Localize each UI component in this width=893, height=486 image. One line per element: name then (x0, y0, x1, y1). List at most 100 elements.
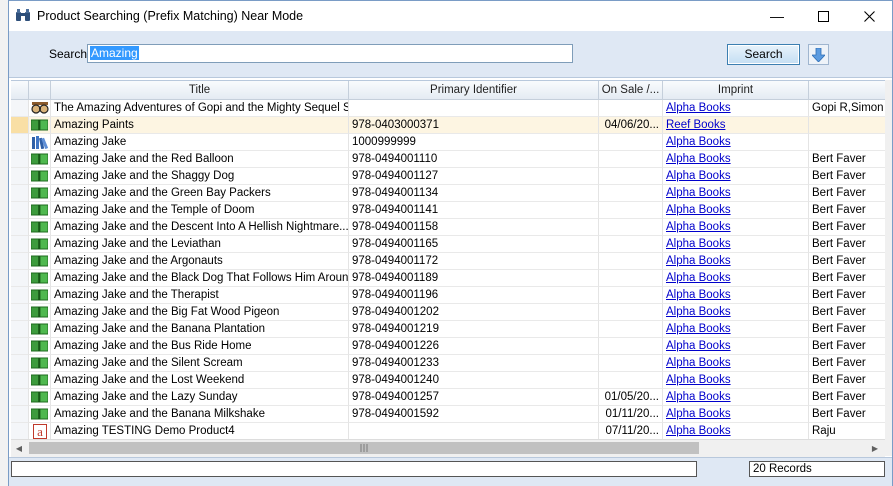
imprint-link[interactable]: Alpha Books (666, 136, 731, 148)
cell-author[interactable] (809, 134, 885, 151)
cell-primary-identifier[interactable]: 978-0494001172 (349, 253, 599, 270)
imprint-link[interactable]: Alpha Books (666, 187, 731, 199)
cell-author[interactable]: Bert Faver (809, 389, 885, 406)
cell-imprint[interactable]: Alpha Books (663, 287, 809, 304)
table-row[interactable]: Amazing Jake and the Banana Plantation 97… (11, 321, 885, 338)
header-on-sale[interactable]: On Sale /... (599, 81, 663, 99)
cell-author[interactable]: Bert Faver (809, 321, 885, 338)
cell-on-sale[interactable] (599, 100, 663, 117)
cell-primary-identifier[interactable]: 978-0494001127 (349, 168, 599, 185)
cell-title[interactable]: Amazing Jake and the Leviathan (51, 236, 349, 253)
cell-title[interactable]: Amazing TESTING Demo Product4 (51, 423, 349, 440)
cell-author[interactable]: Bert Faver (809, 287, 885, 304)
cell-title[interactable]: Amazing Jake and the Lazy Sunday (51, 389, 349, 406)
imprint-link[interactable]: Reef Books (666, 119, 725, 131)
cell-author[interactable]: Bert Faver (809, 304, 885, 321)
cell-on-sale[interactable]: 01/11/20... (599, 406, 663, 423)
table-row[interactable]: Amazing Jake and the Lazy Sunday 978-0494… (11, 389, 885, 406)
cell-primary-identifier[interactable]: 978-0494001202 (349, 304, 599, 321)
cell-imprint[interactable]: Alpha Books (663, 185, 809, 202)
table-row[interactable]: Amazing Jake and the Bus Ride Home 978-04… (11, 338, 885, 355)
cell-on-sale[interactable] (599, 321, 663, 338)
table-row[interactable]: Amazing Jake 1000999999 Alpha Books (11, 134, 885, 151)
row-indicator[interactable] (11, 219, 29, 236)
cell-imprint[interactable]: Alpha Books (663, 202, 809, 219)
cell-on-sale[interactable] (599, 236, 663, 253)
table-row[interactable]: Amazing Jake and the Silent Scream 978-04… (11, 355, 885, 372)
header-author[interactable] (809, 81, 885, 99)
imprint-link[interactable]: Alpha Books (666, 374, 731, 386)
cell-title[interactable]: Amazing Jake and the Red Balloon (51, 151, 349, 168)
row-indicator[interactable] (11, 338, 29, 355)
imprint-link[interactable]: Alpha Books (666, 391, 731, 403)
cell-author[interactable]: Bert Faver (809, 151, 885, 168)
row-indicator[interactable] (11, 100, 29, 117)
imprint-link[interactable]: Alpha Books (666, 272, 731, 284)
imprint-link[interactable]: Alpha Books (666, 153, 731, 165)
cell-title[interactable]: Amazing Jake and the Black Dog That Foll… (51, 270, 349, 287)
cell-imprint[interactable]: Alpha Books (663, 219, 809, 236)
scroll-right-icon[interactable]: ▶ (867, 441, 883, 456)
cell-on-sale[interactable]: 04/06/20... (599, 117, 663, 134)
row-indicator[interactable] (11, 236, 29, 253)
cell-primary-identifier[interactable]: 978-0494001158 (349, 219, 599, 236)
cell-imprint[interactable]: Alpha Books (663, 100, 809, 117)
row-indicator[interactable] (11, 389, 29, 406)
cell-imprint[interactable]: Alpha Books (663, 168, 809, 185)
cell-imprint[interactable]: Alpha Books (663, 389, 809, 406)
cell-title[interactable]: Amazing Jake and the Descent Into A Hell… (51, 219, 349, 236)
row-indicator[interactable] (11, 355, 29, 372)
cell-title[interactable]: Amazing Jake and the Argonauts (51, 253, 349, 270)
row-indicator[interactable] (11, 372, 29, 389)
cell-on-sale[interactable] (599, 338, 663, 355)
cell-imprint[interactable]: Reef Books (663, 117, 809, 134)
cell-author[interactable]: Bert Faver (809, 338, 885, 355)
cell-imprint[interactable]: Alpha Books (663, 372, 809, 389)
cell-primary-identifier[interactable]: 978-0494001592 (349, 406, 599, 423)
imprint-link[interactable]: Alpha Books (666, 102, 731, 114)
cell-title[interactable]: The Amazing Adventures of Gopi and the M… (51, 100, 349, 117)
cell-author[interactable]: Bert Faver (809, 406, 885, 423)
table-row[interactable]: Amazing Jake and the Black Dog That Foll… (11, 270, 885, 287)
cell-author[interactable]: Bert Faver (809, 185, 885, 202)
search-input[interactable]: Amazing (87, 44, 573, 63)
cell-title[interactable]: Amazing Jake and the Big Fat Wood Pigeon (51, 304, 349, 321)
imprint-link[interactable]: Alpha Books (666, 425, 731, 437)
cell-primary-identifier[interactable]: 978-0494001240 (349, 372, 599, 389)
cell-primary-identifier[interactable]: 978-0403000371 (349, 117, 599, 134)
cell-imprint[interactable]: Alpha Books (663, 304, 809, 321)
imprint-link[interactable]: Alpha Books (666, 204, 731, 216)
table-row[interactable]: Amazing Jake and the Leviathan 978-049400… (11, 236, 885, 253)
imprint-link[interactable]: Alpha Books (666, 340, 731, 352)
cell-author[interactable]: Bert Faver (809, 219, 885, 236)
table-row[interactable]: Amazing Jake and the Descent Into A Hell… (11, 219, 885, 236)
cell-primary-identifier[interactable]: 978-0494001189 (349, 270, 599, 287)
cell-primary-identifier[interactable]: 978-0494001233 (349, 355, 599, 372)
cell-author[interactable]: Bert Faver (809, 355, 885, 372)
cell-imprint[interactable]: Alpha Books (663, 151, 809, 168)
cell-on-sale[interactable] (599, 185, 663, 202)
cell-on-sale[interactable] (599, 304, 663, 321)
table-row[interactable]: Amazing Jake and the Argonauts 978-049400… (11, 253, 885, 270)
imprint-link[interactable]: Alpha Books (666, 323, 731, 335)
table-row[interactable]: The Amazing Adventures of Gopi and the M… (11, 100, 885, 117)
row-indicator[interactable] (11, 117, 29, 134)
cell-title[interactable]: Amazing Jake and the Temple of Doom (51, 202, 349, 219)
table-row[interactable]: Amazing Jake and the Shaggy Dog 978-04940… (11, 168, 885, 185)
imprint-link[interactable]: Alpha Books (666, 238, 731, 250)
row-indicator[interactable] (11, 406, 29, 423)
header-primary-identifier[interactable]: Primary Identifier (349, 81, 599, 99)
scroll-left-icon[interactable]: ◀ (11, 441, 27, 456)
cell-primary-identifier[interactable]: 978-0494001165 (349, 236, 599, 253)
imprint-link[interactable]: Alpha Books (666, 170, 731, 182)
cell-on-sale[interactable] (599, 151, 663, 168)
imprint-link[interactable]: Alpha Books (666, 289, 731, 301)
row-indicator[interactable] (11, 321, 29, 338)
close-button[interactable] (846, 1, 892, 31)
cell-imprint[interactable]: Alpha Books (663, 236, 809, 253)
cell-primary-identifier[interactable] (349, 100, 599, 117)
cell-imprint[interactable]: Alpha Books (663, 134, 809, 151)
imprint-link[interactable]: Alpha Books (666, 408, 731, 420)
minimize-button[interactable]: — (754, 1, 800, 31)
row-indicator[interactable] (11, 151, 29, 168)
